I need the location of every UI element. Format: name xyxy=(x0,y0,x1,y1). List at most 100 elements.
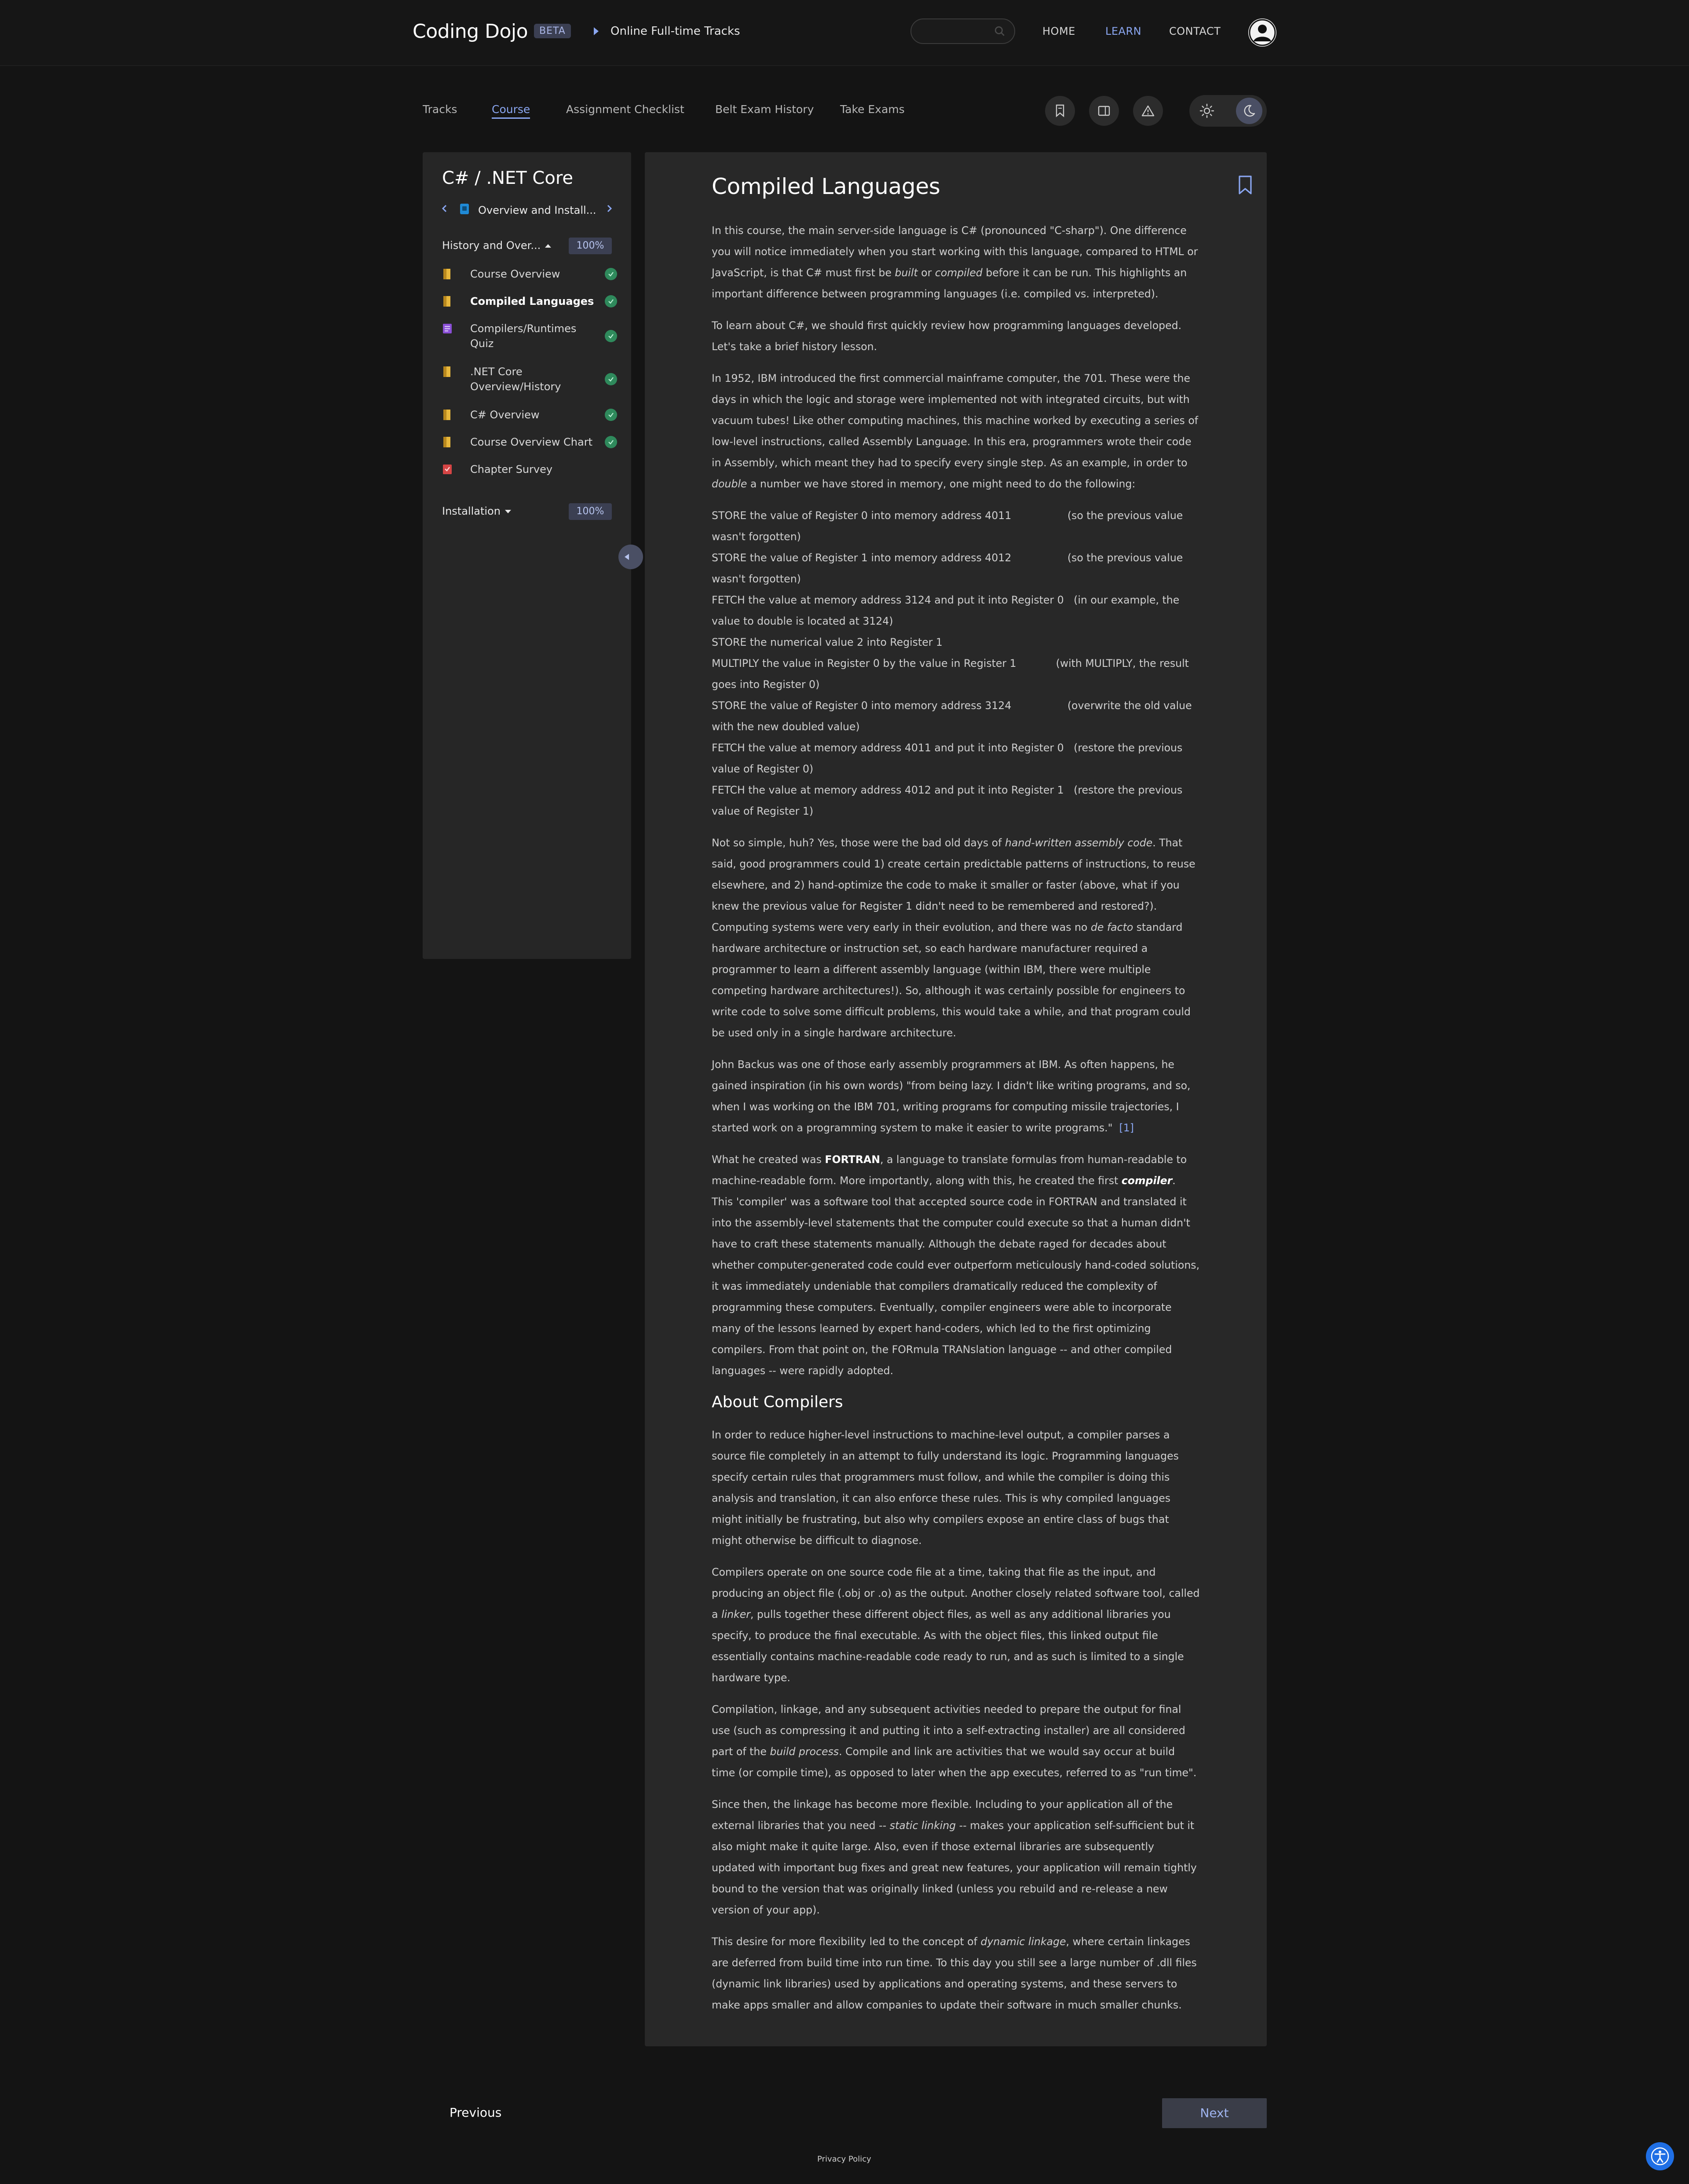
completed-check-icon xyxy=(605,330,617,342)
paragraph: Since then, the linkage has become more … xyxy=(712,1798,1197,1916)
paragraph: Not so simple, huh? Yes, those were the … xyxy=(712,837,1195,1039)
chapter-selector[interactable]: Overview and Install... xyxy=(478,204,596,216)
course-sidebar: C# / .NET Core Overview and Install... H… xyxy=(423,152,631,959)
survey-icon xyxy=(443,465,452,474)
bookmark-icon xyxy=(1056,104,1064,117)
tab-take-exams[interactable]: Take Exams xyxy=(840,103,905,116)
section-installation[interactable]: Installation xyxy=(442,505,511,517)
sun-icon xyxy=(1199,103,1214,118)
lesson-label: Compiled Languages xyxy=(470,295,594,307)
notes-button[interactable] xyxy=(1089,96,1119,126)
collapse-sidebar-button[interactable] xyxy=(618,545,643,569)
section-progress-badge: 100% xyxy=(569,503,612,520)
citation-link[interactable]: [1] xyxy=(1119,1122,1134,1134)
privacy-policy-link[interactable]: Privacy Policy xyxy=(817,2155,871,2164)
paragraph: Compilation, linkage, and any subsequent… xyxy=(712,1703,1197,1779)
section-title: Installation xyxy=(442,505,501,517)
lesson-article: Compiled Languages In this course, the m… xyxy=(712,173,1200,2026)
nav-learn[interactable]: LEARN xyxy=(1105,25,1141,37)
breadcrumb-track[interactable]: Online Full-time Tracks xyxy=(611,25,740,38)
paragraph: To learn about C#, we should first quick… xyxy=(712,319,1182,353)
assembly-step: STORE the numerical value 2 into Registe… xyxy=(712,636,943,648)
completed-check-icon xyxy=(605,409,617,421)
breadcrumb-arrow-icon xyxy=(594,27,599,35)
beta-badge: BETA xyxy=(534,24,571,38)
assembly-step: FETCH the value at memory address 3124 a… xyxy=(712,594,1180,627)
completed-check-icon xyxy=(605,268,617,280)
completed-check-icon xyxy=(605,436,617,448)
caret-up-icon xyxy=(545,244,552,248)
paragraph: In this course, the main server-side lan… xyxy=(712,224,1198,300)
lesson-label: Chapter Survey xyxy=(470,463,553,476)
lesson-label: .NET Core Overview/History xyxy=(470,366,561,393)
lesson-label: C# Overview xyxy=(470,409,540,421)
tab-course[interactable]: Course xyxy=(492,103,530,119)
lesson-title: Compiled Languages xyxy=(712,174,940,199)
section-progress-badge: 100% xyxy=(569,238,612,254)
light-mode-button[interactable] xyxy=(1194,98,1220,124)
quiz-icon xyxy=(443,324,452,333)
moon-icon xyxy=(1244,105,1255,117)
assembly-step: FETCH the value at memory address 4012 a… xyxy=(712,784,1183,817)
lesson-label: Course Overview Chart xyxy=(470,436,592,448)
reading-icon xyxy=(443,269,450,279)
assembly-step: MULTIPLY the value in Register 0 by the … xyxy=(712,657,1189,691)
lesson-course-overview[interactable]: Course Overview xyxy=(442,267,617,282)
reading-icon xyxy=(443,296,450,307)
report-issue-button[interactable] xyxy=(1133,96,1163,126)
tab-belt-exam-history[interactable]: Belt Exam History xyxy=(715,103,814,116)
nav-home[interactable]: HOME xyxy=(1042,25,1075,37)
lesson-compiled-languages[interactable]: Compiled Languages xyxy=(442,294,617,309)
paragraph: Compilers operate on one source code fil… xyxy=(712,1566,1200,1684)
reading-icon xyxy=(443,410,450,420)
reading-icon xyxy=(443,366,450,377)
lesson-csharp-overview[interactable]: C# Overview xyxy=(442,407,617,422)
tab-tracks[interactable]: Tracks xyxy=(423,103,457,116)
chapter-icon xyxy=(460,204,469,214)
assembly-step: STORE the value of Register 0 into memor… xyxy=(712,699,1192,733)
chevron-left-icon[interactable] xyxy=(440,204,449,213)
section-history-overview[interactable]: History and Over... xyxy=(442,239,552,252)
paragraph: In order to reduce higher-level instruct… xyxy=(712,1429,1179,1547)
reading-icon xyxy=(443,437,450,447)
bookmarks-button[interactable] xyxy=(1045,96,1075,126)
assembly-step: STORE the value of Register 1 into memor… xyxy=(712,552,1183,585)
course-title: C# / .NET Core xyxy=(442,168,573,188)
caret-left-icon xyxy=(625,554,629,560)
section-heading: About Compilers xyxy=(712,1393,843,1411)
paragraph: John Backus was one of those early assem… xyxy=(712,1058,1191,1134)
assembly-step: FETCH the value at memory address 4011 a… xyxy=(712,742,1183,775)
paragraph: What he created was FORTRAN, a language … xyxy=(712,1153,1200,1377)
theme-toggle[interactable] xyxy=(1189,95,1267,127)
paragraph: In 1952, IBM introduced the first commer… xyxy=(712,372,1199,490)
paragraph: This desire for more flexibility led to … xyxy=(712,1935,1197,2011)
dark-mode-button[interactable] xyxy=(1236,98,1262,124)
completed-check-icon xyxy=(605,295,617,307)
lesson-course-overview-chart[interactable]: Course Overview Chart xyxy=(442,435,617,450)
lesson-net-core-overview[interactable]: .NET Core Overview/History xyxy=(442,364,617,394)
nav-contact[interactable]: CONTACT xyxy=(1169,25,1221,37)
previous-button[interactable]: Previous xyxy=(450,2105,501,2120)
assembly-step: STORE the value of Register 0 into memor… xyxy=(712,509,1183,543)
search-icon[interactable] xyxy=(994,26,1005,37)
top-navbar: Coding Dojo BETA Online Full-time Tracks… xyxy=(0,0,1689,66)
warning-icon xyxy=(1141,105,1155,117)
bookmark-icon[interactable] xyxy=(1238,175,1253,195)
lesson-chapter-survey[interactable]: Chapter Survey xyxy=(442,462,617,477)
lesson-label: Compilers/Runtimes Quiz xyxy=(470,322,577,350)
user-avatar-icon[interactable] xyxy=(1248,18,1276,47)
lesson-content-panel: Compiled Languages In this course, the m… xyxy=(645,152,1267,2046)
completed-check-icon xyxy=(605,373,617,385)
assembly-steps-list: STORE the value of Register 0 into memor… xyxy=(712,505,1200,822)
chevron-right-icon[interactable] xyxy=(605,204,614,213)
section-title: History and Over... xyxy=(442,239,541,252)
lesson-compilers-quiz[interactable]: Compilers/Runtimes Quiz xyxy=(442,321,617,351)
tab-assignment-checklist[interactable]: Assignment Checklist xyxy=(566,103,684,116)
search-input[interactable] xyxy=(910,18,1015,44)
lesson-label: Course Overview xyxy=(470,268,560,280)
next-button[interactable]: Next xyxy=(1162,2098,1267,2128)
caret-down-icon xyxy=(505,510,511,513)
accessibility-button[interactable] xyxy=(1646,2142,1674,2170)
site-logo[interactable]: Coding Dojo xyxy=(413,20,528,43)
accessibility-icon xyxy=(1651,2147,1669,2166)
